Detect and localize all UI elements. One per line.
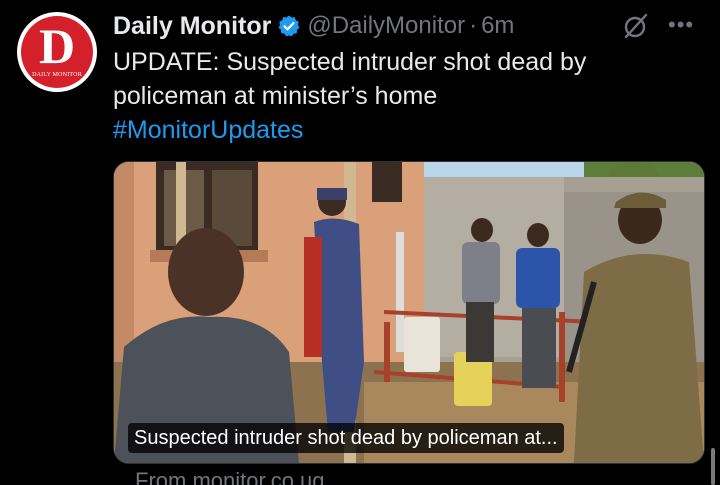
timestamp[interactable]: 6m <box>481 12 514 40</box>
news-photo <box>114 162 704 463</box>
tweet-text: UPDATE: Suspected intruder shot dead by … <box>113 45 693 147</box>
more-options-icon[interactable]: ••• <box>668 11 702 39</box>
account-name[interactable]: Daily Monitor <box>113 12 271 41</box>
media-caption: Suspected intruder shot dead by policema… <box>128 423 564 453</box>
grok-icon[interactable] <box>622 12 650 40</box>
separator-dot: · <box>469 12 478 39</box>
tweet-text-line1: UPDATE: Suspected intruder shot dead by <box>113 48 587 76</box>
tweet-text-line2: policeman at minister’s home <box>113 82 438 110</box>
account-handle[interactable]: @DailyMonitor <box>307 12 465 40</box>
avatar-logo-letter: D <box>38 18 76 74</box>
scrollbar[interactable] <box>711 448 715 485</box>
hashtag-link[interactable]: #MonitorUpdates <box>113 113 693 147</box>
avatar[interactable]: D DAILY MONITOR <box>17 12 97 92</box>
avatar-logo-brand: DAILY MONITOR <box>32 72 82 78</box>
verified-badge-icon[interactable] <box>277 14 301 38</box>
tweet-header: Daily Monitor @DailyMonitor · 6m <box>113 10 514 42</box>
media-card[interactable]: Suspected intruder shot dead by policema… <box>113 161 705 464</box>
link-source[interactable]: From monitor.co.ug <box>135 468 325 485</box>
tweet[interactable]: D DAILY MONITOR Daily Monitor @DailyMoni… <box>0 0 720 485</box>
